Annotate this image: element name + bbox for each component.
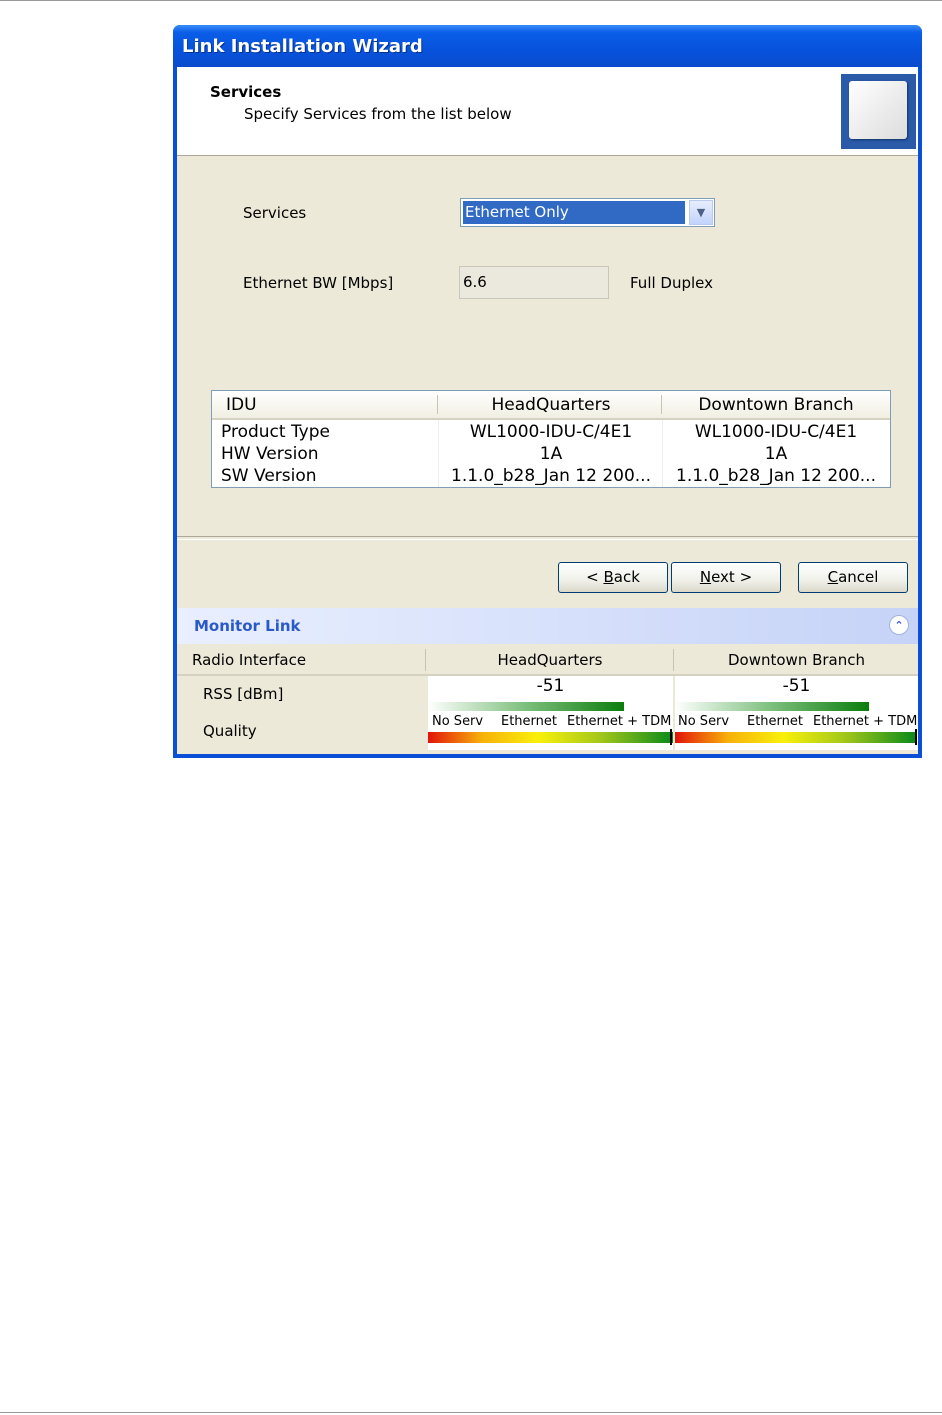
cancel-button[interactable]: Cancel	[798, 562, 908, 593]
column-divider	[673, 649, 674, 671]
window-title: Link Installation Wizard	[182, 36, 423, 57]
page-bottom-rule	[0, 1412, 942, 1413]
monitor-link-grid: Radio Interface HeadQuarters Downtown Br…	[177, 646, 918, 754]
button-label: ext >	[711, 568, 753, 586]
ethernet-bw-label: Ethernet BW [Mbps]	[243, 274, 394, 292]
table-cell: WL1000-IDU-C/4E1	[469, 422, 633, 442]
quality-bar	[428, 732, 673, 743]
rss-bar	[428, 702, 624, 711]
quality-scale-label: No Serv	[432, 714, 484, 729]
table-cell: 1.1.0_b28_Jan 12 200...	[451, 466, 651, 486]
button-label: ack	[613, 568, 640, 586]
quality-scale-label: Ethernet	[501, 714, 557, 729]
table-cell: SW Version	[221, 466, 317, 486]
column-divider	[661, 395, 662, 414]
ethernet-bw-field: 6.6	[459, 266, 609, 299]
rss-bar	[675, 702, 869, 711]
monitor-link-panel-header[interactable]: Monitor Link ⌃	[177, 608, 918, 644]
double-chevron-up-icon[interactable]: ⌃	[889, 615, 909, 635]
next-button[interactable]: Next >	[671, 562, 781, 593]
site-downtown-branch-metrics: -51 No Serv Ethernet Ethernet + TDM	[675, 676, 918, 750]
column-divider	[425, 649, 426, 671]
title-bar[interactable]: Link Installation Wizard	[173, 25, 922, 67]
column-divider	[437, 395, 438, 414]
column-header-headquarters[interactable]: HeadQuarters	[439, 395, 663, 415]
duplex-label: Full Duplex	[630, 274, 714, 292]
services-select[interactable]: Ethernet Only ▼	[460, 198, 715, 227]
chevron-down-icon[interactable]: ▼	[689, 200, 713, 225]
table-row: Product Type WL1000-IDU-C/4E1 WL1000-IDU…	[212, 421, 890, 443]
services-label: Services	[243, 204, 307, 222]
quality-scale-label: Ethernet	[747, 714, 803, 729]
page-title: Services	[210, 83, 282, 101]
idu-table-header: IDU HeadQuarters Downtown Branch	[212, 391, 890, 420]
page-top-rule	[0, 0, 942, 1]
services-selected-value: Ethernet Only	[463, 201, 685, 224]
back-button[interactable]: < Back	[558, 562, 668, 593]
idu-table: IDU HeadQuarters Downtown Branch Product…	[211, 390, 891, 488]
monitor-grid-header: Radio Interface HeadQuarters Downtown Br…	[177, 646, 918, 676]
wizard-client-area: Services Specify Services from the list …	[177, 67, 918, 754]
quality-scale-label: Ethernet + TDM	[567, 714, 672, 729]
column-header-idu[interactable]: IDU	[226, 395, 257, 415]
antenna-icon	[841, 74, 916, 149]
quality-marker	[915, 729, 917, 745]
quality-scale-label: Ethernet + TDM	[813, 714, 918, 729]
column-header-headquarters: HeadQuarters	[497, 651, 603, 669]
column-header-downtown-branch[interactable]: Downtown Branch	[663, 395, 889, 415]
quality-label: Quality	[203, 722, 257, 740]
accelerator-key: C	[827, 568, 839, 586]
table-cell: HW Version	[221, 444, 319, 464]
wizard-window: Link Installation Wizard Services Specif…	[173, 25, 922, 758]
rss-value: -51	[536, 676, 565, 696]
rss-label: RSS [dBm]	[203, 685, 284, 703]
column-header-radio-interface: Radio Interface	[192, 651, 307, 669]
accelerator-key: B	[603, 568, 614, 586]
wizard-header: Services Specify Services from the list …	[177, 67, 918, 156]
page-subtitle: Specify Services from the list below	[244, 105, 512, 123]
table-cell: 1A	[764, 444, 788, 464]
button-divider	[177, 536, 918, 540]
site-headquarters-metrics: -51 No Serv Ethernet Ethernet + TDM	[428, 676, 673, 750]
table-cell: 1A	[539, 444, 563, 464]
button-label: ancel	[838, 568, 879, 586]
accelerator-key: N	[699, 568, 712, 586]
table-cell: WL1000-IDU-C/4E1	[694, 422, 858, 442]
table-cell: 1.1.0_b28_Jan 12 200...	[676, 466, 876, 486]
button-label: <	[586, 568, 604, 586]
quality-marker	[670, 729, 672, 745]
quality-bar	[675, 732, 916, 743]
column-header-downtown-branch: Downtown Branch	[727, 651, 865, 669]
table-row: SW Version 1.1.0_b28_Jan 12 200... 1.1.0…	[212, 465, 890, 487]
quality-scale-label: No Serv	[678, 714, 730, 729]
table-cell: Product Type	[221, 422, 330, 442]
monitor-link-title: Monitor Link	[194, 617, 301, 635]
rss-value: -51	[782, 676, 811, 696]
table-row: HW Version 1A 1A	[212, 443, 890, 465]
